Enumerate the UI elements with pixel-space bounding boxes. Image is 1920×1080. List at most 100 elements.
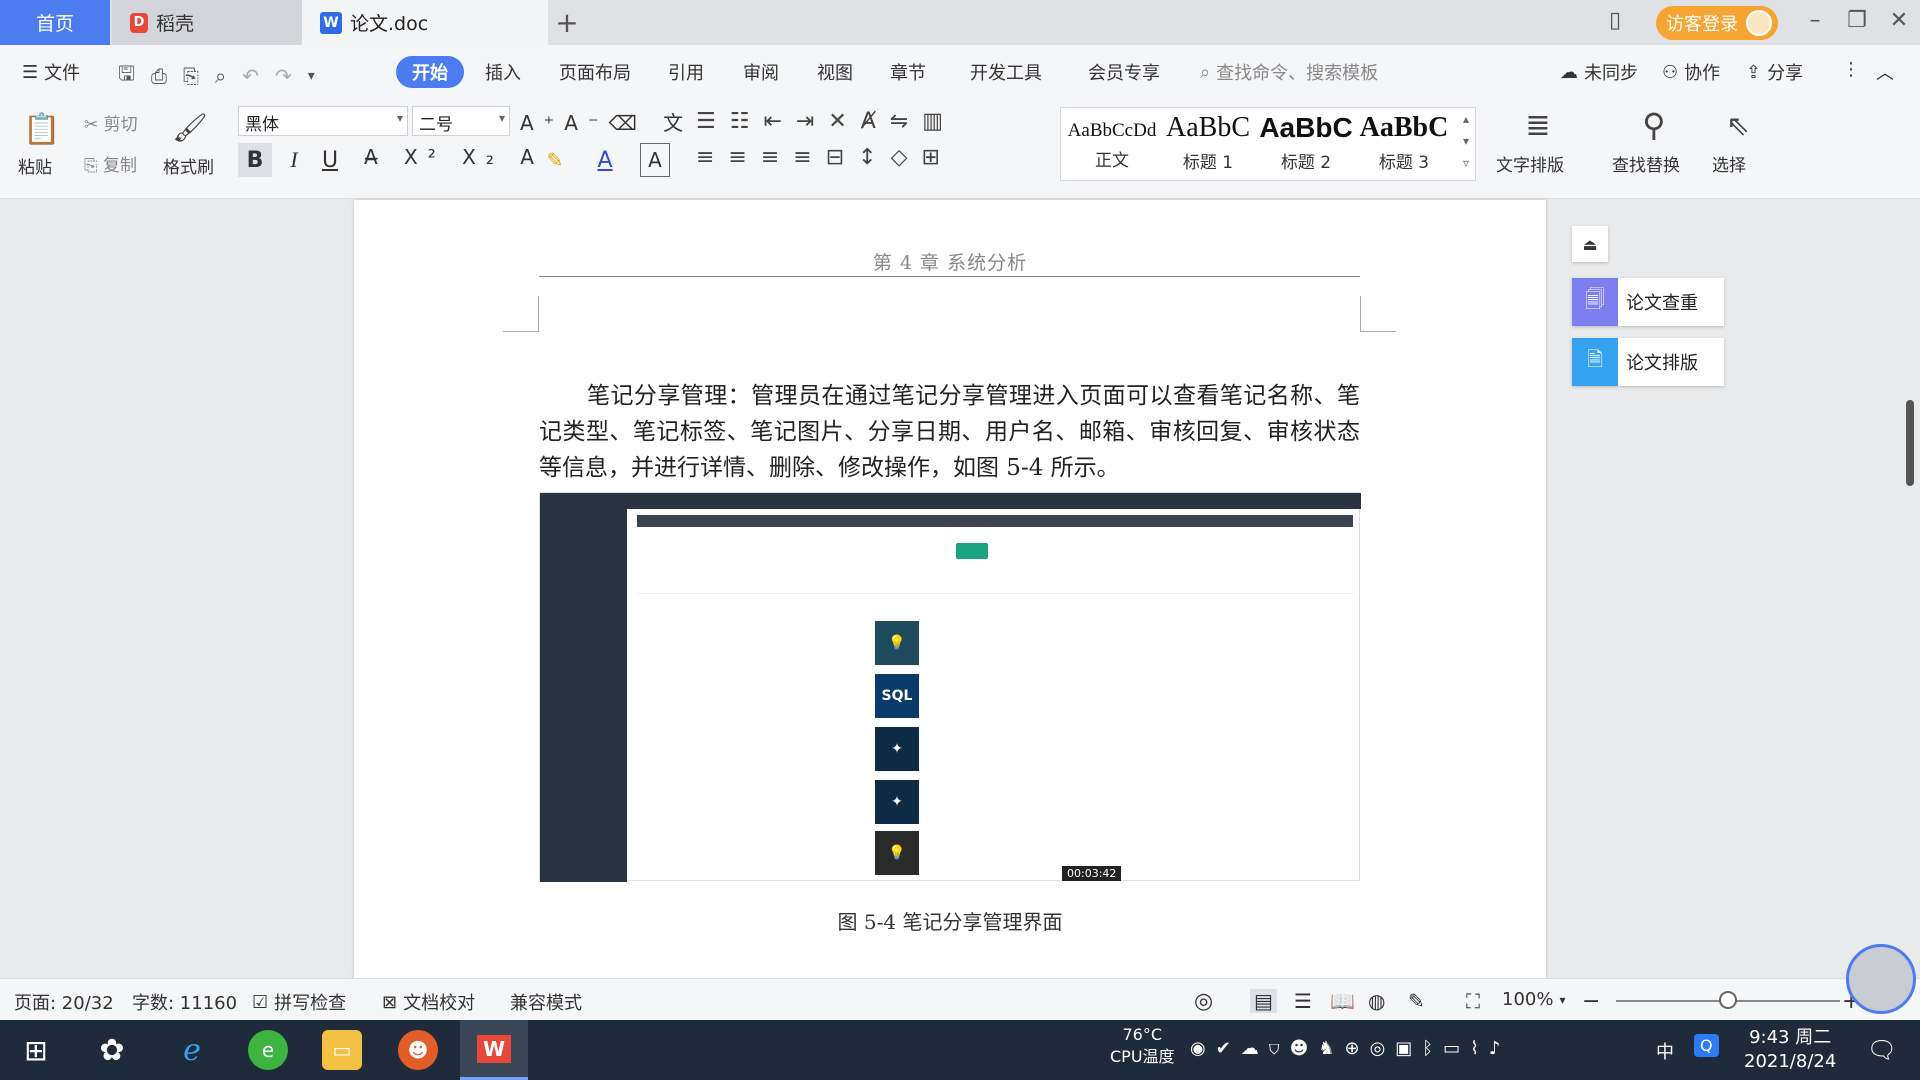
paper-layout-button[interactable]: 🗎 论文排版 — [1572, 338, 1724, 386]
read-view-icon[interactable]: 📖 — [1330, 989, 1355, 1013]
cut-button[interactable]: ✂ 剪切 — [84, 110, 138, 135]
style-normal[interactable]: AaBbCcDd 正文 — [1065, 112, 1159, 171]
italic-button[interactable]: I — [280, 143, 308, 177]
undo-icon[interactable]: ↶ — [242, 64, 259, 88]
write-view-icon[interactable]: ✎ — [1408, 989, 1425, 1013]
command-search[interactable]: ⌕ 查找命令、搜索模板 — [1200, 59, 1378, 85]
notification-icon[interactable]: 🗨 — [1862, 1030, 1902, 1070]
page-view-icon[interactable]: ▤ — [1250, 989, 1277, 1013]
text-format-tools[interactable]: A̶ X² X₂ A — [364, 145, 544, 169]
select-button[interactable]: 选择 — [1712, 151, 1746, 176]
menu-item-member[interactable]: 会员专享 — [1088, 59, 1160, 85]
ie-browser-icon[interactable]: ℯ — [172, 1030, 212, 1070]
menu-item-insert[interactable]: 插入 — [485, 59, 521, 85]
style-gallery-scroll[interactable]: ▴ ▾ ▿ — [1457, 108, 1475, 180]
fit-page-icon[interactable]: ⛶ — [1466, 989, 1480, 1013]
font-size-select[interactable]: 二号 — [412, 106, 510, 136]
export-icon[interactable]: ⎙ — [151, 64, 167, 88]
tray-icons[interactable]: ◉✔☁⛉☻♞⊕◎▣ᛒ▭⌇♪ — [1190, 1038, 1510, 1059]
font-name-select[interactable]: 黑体 — [238, 106, 408, 136]
paper-check-button[interactable]: 🗐 论文查重 — [1572, 278, 1724, 326]
paste-icon[interactable]: 📋 — [22, 109, 62, 149]
save-icon[interactable]: 🖫 — [118, 59, 135, 93]
text-layout-icon[interactable]: ≣ — [1516, 105, 1560, 145]
menu-item-devtools[interactable]: 开发工具 — [970, 59, 1042, 85]
page-counter[interactable]: 页面: 20/32 — [14, 989, 114, 1015]
style-heading3[interactable]: AaBbC 标题 3 — [1357, 112, 1451, 173]
cpu-temp-widget[interactable]: 76°C CPU温度 — [1110, 1024, 1175, 1068]
app-face-icon[interactable]: ☻ — [398, 1030, 438, 1070]
minimize-icon[interactable]: – — [1800, 8, 1830, 33]
taskbar-clock[interactable]: 9:43 周二 2021/8/24 — [1744, 1026, 1836, 1074]
underline-button[interactable]: U — [316, 143, 344, 177]
word-count[interactable]: 字数: 11160 — [132, 989, 237, 1015]
print-icon[interactable]: ⎘ — [183, 64, 199, 88]
tab-daoke[interactable]: D 稻壳 — [112, 0, 302, 45]
copy-button[interactable]: ⎘ 复制 — [84, 151, 137, 176]
ime-indicator[interactable]: 中 — [1656, 1038, 1674, 1064]
bold-button[interactable]: B — [238, 143, 272, 177]
login-button[interactable]: 访客登录 — [1656, 6, 1778, 40]
tab-home[interactable]: 首页 — [0, 0, 110, 45]
figure-screenshot[interactable]: 💡 SQL ✦ ✦ 💡 — [539, 492, 1361, 882]
eye-protect-icon[interactable]: ◎ — [1194, 989, 1213, 1014]
paste-button[interactable]: 粘贴 — [18, 153, 52, 178]
paragraph-tools-top[interactable]: ☰☷⇤⇥✕Ⱥ⇋▥ — [696, 109, 957, 134]
windows-start-icon[interactable]: ⊞ — [16, 1030, 56, 1070]
new-tab-button[interactable]: + — [552, 0, 582, 45]
scrollbar-thumb[interactable] — [1906, 400, 1914, 486]
style-heading1[interactable]: AaBbC 标题 1 — [1161, 112, 1255, 173]
panel-collapse-icon[interactable]: ⏏ — [1572, 226, 1608, 262]
format-painter-icon[interactable]: 🖌 — [172, 107, 208, 147]
web-view-icon[interactable]: ◍ — [1368, 989, 1385, 1013]
body-paragraph[interactable]: 笔记分享管理：管理员在通过笔记分享管理进入页面可以查看笔记名称、笔记类型、笔记标… — [539, 378, 1360, 486]
zoom-level[interactable]: 100% ▾ — [1502, 989, 1566, 1010]
preview-icon[interactable]: ⌕ — [215, 64, 226, 88]
format-painter-button[interactable]: 格式刷 — [163, 153, 214, 178]
redo-icon[interactable]: ↷ — [275, 64, 292, 88]
layout-icon[interactable]: ▯ — [1600, 8, 1630, 33]
style-heading2[interactable]: AaBbC 标题 2 — [1257, 112, 1355, 173]
char-border-icon[interactable]: A — [640, 143, 670, 177]
menu-item-review[interactable]: 审阅 — [743, 59, 779, 85]
file-menu[interactable]: ☰ 文件 — [22, 59, 80, 85]
font-size-tools[interactable]: A⁺A⁻⌫ 文 — [520, 107, 693, 136]
spell-check-button[interactable]: ☑ 拼写检查 — [252, 989, 346, 1015]
zoom-out-button[interactable]: − — [1582, 989, 1600, 1014]
menu-item-chapter[interactable]: 章节 — [890, 59, 926, 85]
select-cursor-icon[interactable]: ⇖ — [1720, 105, 1756, 145]
menu-item-reference[interactable]: 引用 — [668, 59, 704, 85]
wps-taskbar-button[interactable]: W — [460, 1020, 528, 1080]
font-color-icon[interactable]: A — [590, 143, 620, 177]
menu-item-view[interactable]: 视图 — [817, 59, 853, 85]
document-page[interactable]: 第 4 章 系统分析 笔记分享管理：管理员在通过笔记分享管理进入页面可以查看笔记… — [354, 200, 1546, 978]
find-replace-icon[interactable]: ⚲ — [1632, 105, 1676, 145]
menu-item-start[interactable]: 开始 — [396, 56, 464, 88]
restore-icon[interactable]: ❐ — [1842, 8, 1872, 33]
sync-button[interactable]: ☁ 未同步 — [1560, 59, 1638, 85]
menu-item-layout[interactable]: 页面布局 — [559, 59, 631, 85]
app-pinwheel-icon[interactable]: ✿ — [92, 1030, 132, 1070]
share-button[interactable]: ⇪ 分享 — [1746, 59, 1803, 85]
browser-360-icon[interactable]: e — [248, 1030, 288, 1070]
find-replace-button[interactable]: 查找替换 — [1612, 151, 1680, 176]
paragraph-tools-bottom[interactable]: ≡≡≡≡⊟↕◇⊞ — [696, 145, 954, 170]
figure-thumb-bulb: 💡 — [875, 621, 919, 665]
qq-tray-icon[interactable]: Q — [1694, 1034, 1719, 1057]
highlight-icon[interactable]: ✎ — [540, 143, 570, 177]
vertical-scrollbar[interactable] — [1904, 200, 1920, 978]
tab-document[interactable]: W 论文.doc — [302, 0, 548, 45]
assistant-avatar[interactable] — [1846, 944, 1916, 1014]
dropdown-icon[interactable]: ▾ — [308, 68, 315, 84]
collapse-ribbon-icon[interactable]: ︿ — [1876, 59, 1894, 85]
more-icon[interactable]: ⋮ — [1842, 59, 1860, 80]
tab-home-label: 首页 — [35, 13, 74, 35]
doc-proof-button[interactable]: ⊠ 文档校对 — [382, 989, 475, 1015]
text-layout-button[interactable]: 文字排版 — [1496, 151, 1564, 176]
close-icon[interactable]: ✕ — [1884, 8, 1914, 33]
spell-check-label: 拼写检查 — [274, 993, 347, 1014]
collab-button[interactable]: ⚇ 协作 — [1662, 59, 1720, 85]
outline-view-icon[interactable]: ☰ — [1294, 989, 1312, 1013]
zoom-slider-knob[interactable] — [1719, 991, 1737, 1009]
file-explorer-icon[interactable]: ▭ — [322, 1030, 362, 1070]
